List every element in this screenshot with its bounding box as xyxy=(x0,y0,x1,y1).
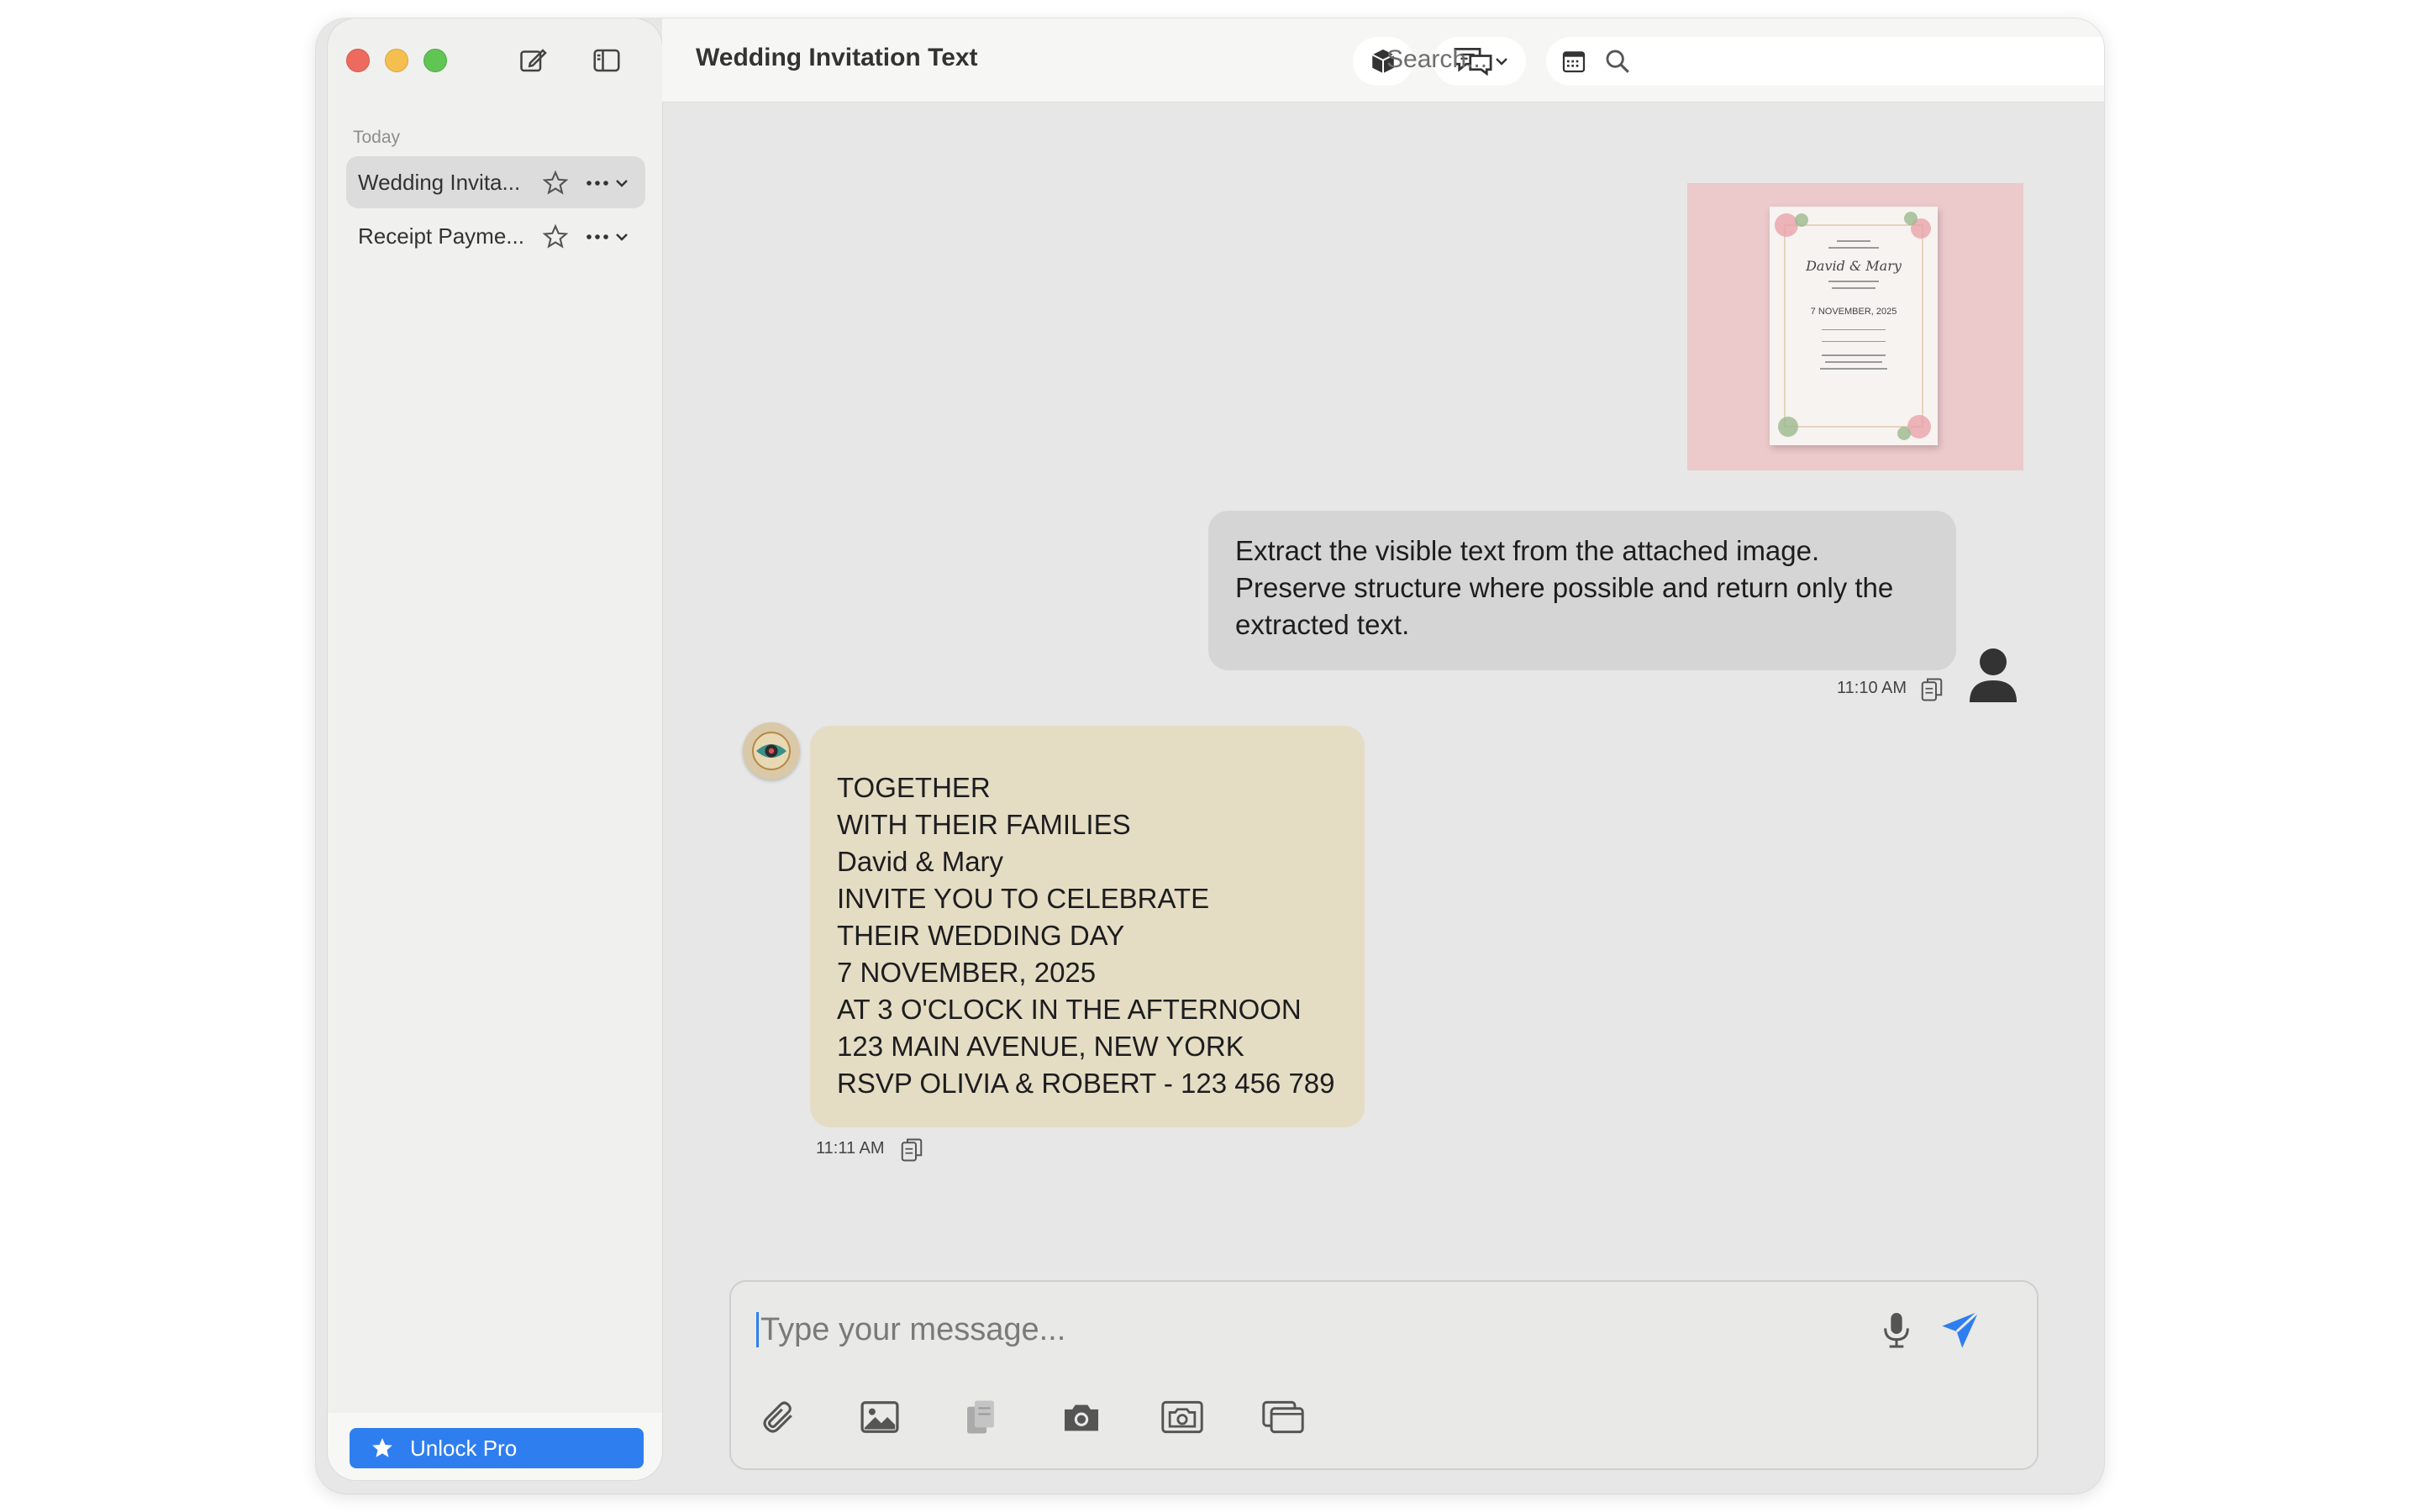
assistant-message-bubble: TOGETHER WITH THEIR FAMILIES David & Mar… xyxy=(810,726,1365,1127)
microphone-icon[interactable] xyxy=(1874,1307,1919,1352)
send-icon[interactable] xyxy=(1938,1307,1983,1352)
camera-icon[interactable] xyxy=(1059,1394,1104,1440)
chevron-down-icon xyxy=(616,234,628,241)
message-line: INVITE YOU TO CELEBRATE xyxy=(837,883,1210,914)
user-message-timestamp: 11:10 AM xyxy=(1837,679,1907,697)
image-icon[interactable] xyxy=(857,1394,902,1440)
sidebar: Today Wedding Invita... Receipt Payme...… xyxy=(328,18,662,1480)
message-input[interactable]: Type your message... xyxy=(756,1312,1065,1347)
toolbar: Wedding Invitation Text Search... xyxy=(662,18,2104,102)
app-window: Today Wedding Invita... Receipt Payme...… xyxy=(316,18,2104,1494)
new-chat-icon[interactable] xyxy=(516,44,550,77)
close-button[interactable] xyxy=(346,49,370,72)
message-line: 7 NOVEMBER, 2025 xyxy=(837,957,1097,988)
message-line: AT 3 O'CLOCK IN THE AFTERNOON xyxy=(837,994,1302,1025)
message-line: TOGETHER xyxy=(837,772,991,803)
assistant-message-timestamp: 11:11 AM xyxy=(816,1139,885,1158)
star-icon xyxy=(372,1438,392,1457)
conversation-item[interactable]: Wedding Invita... xyxy=(346,156,645,208)
documents-icon[interactable] xyxy=(958,1394,1003,1440)
window-icon[interactable] xyxy=(1260,1394,1306,1440)
attached-image[interactable]: David & Mary 7 NOVEMBER, 2025 xyxy=(1687,183,2023,470)
more-menu[interactable] xyxy=(585,225,635,249)
window-title: Wedding Invitation Text xyxy=(696,44,978,71)
assistant-avatar xyxy=(743,722,800,780)
conversation-item[interactable]: Receipt Payme... xyxy=(346,210,645,262)
message-line: THEIR WEDDING DAY xyxy=(837,920,1125,951)
message-line: 123 MAIN AVENUE, NEW YORK xyxy=(837,1031,1244,1062)
screenshot-camera-icon[interactable] xyxy=(1160,1394,1205,1440)
more-icon xyxy=(587,181,608,186)
user-avatar-icon xyxy=(1970,648,2017,702)
copy-icon[interactable] xyxy=(1919,675,1944,704)
unlock-pro-label: Unlock Pro xyxy=(410,1435,518,1461)
eye-logo-icon xyxy=(752,732,791,770)
search-input[interactable]: Search... xyxy=(1386,45,1487,74)
calendar-icon[interactable] xyxy=(1555,42,1593,81)
card-date: 7 NOVEMBER, 2025 xyxy=(1811,307,1897,317)
chevron-down-icon xyxy=(1496,58,1507,66)
star-icon[interactable] xyxy=(541,169,570,197)
minimize-button[interactable] xyxy=(385,49,408,72)
copy-icon[interactable] xyxy=(899,1136,924,1164)
floral-decoration: David & Mary 7 NOVEMBER, 2025 xyxy=(1775,212,1931,440)
zoom-button[interactable] xyxy=(424,49,447,72)
more-icon xyxy=(587,234,608,239)
unlock-pro-button[interactable]: Unlock Pro xyxy=(350,1428,644,1468)
more-menu[interactable] xyxy=(585,171,635,195)
card-names: David & Mary xyxy=(1805,258,1902,274)
conversation-title: Receipt Payme... xyxy=(358,223,524,249)
message-composer: Type your message... xyxy=(729,1280,2039,1470)
paperclip-icon[interactable] xyxy=(756,1394,802,1440)
chevron-down-icon xyxy=(616,180,628,187)
section-label-today: Today xyxy=(353,128,401,147)
conversation-title: Wedding Invita... xyxy=(358,169,521,195)
message-line: David & Mary xyxy=(837,846,1004,877)
message-line: WITH THEIR FAMILIES xyxy=(837,809,1131,840)
invitation-card: David & Mary 7 NOVEMBER, 2025 xyxy=(1770,207,1938,445)
search-icon xyxy=(1598,42,1637,81)
sidebar-toggle-icon[interactable] xyxy=(590,44,623,77)
message-line: RSVP OLIVIA & ROBERT - 123 456 789 xyxy=(837,1068,1335,1099)
user-message-bubble: Extract the visible text from the attach… xyxy=(1208,511,1956,670)
star-icon[interactable] xyxy=(541,223,570,251)
